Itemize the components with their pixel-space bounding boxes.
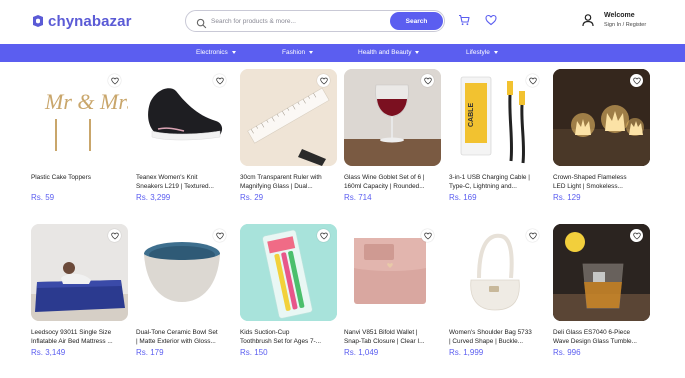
- product-name[interactable]: 30cm Transparent Ruler with Magnifying Gl…: [240, 173, 340, 191]
- product-price: Rs. 3,299: [136, 193, 171, 202]
- user-icon[interactable]: [580, 12, 596, 28]
- nav-item-label: Lifestyle: [466, 49, 490, 56]
- product-name[interactable]: Kids Suction-Cup Toothbrush Set for Ages …: [240, 328, 340, 346]
- product-name[interactable]: Women's Shoulder Bag 5733 | Curved Shape …: [449, 328, 549, 346]
- product-name[interactable]: Plastic Cake Toppers: [31, 173, 131, 182]
- nav-item-electronics[interactable]: Electronics: [196, 49, 236, 56]
- nav-item-label: Fashion: [282, 49, 306, 56]
- category-nav: Electronics Fashion Health and Beauty Li…: [0, 44, 685, 62]
- chevron-down-icon: [415, 51, 420, 54]
- search-button[interactable]: Search: [390, 12, 443, 30]
- nav-item-lifestyle[interactable]: Lifestyle: [466, 49, 498, 56]
- product-name[interactable]: Dual-Tone Ceramic Bowl Set | Matte Exteri…: [136, 328, 236, 346]
- wishlist-heart-icon[interactable]: [526, 229, 539, 242]
- wishlist-heart-icon[interactable]: [485, 14, 497, 26]
- wishlist-heart-icon[interactable]: [317, 74, 330, 87]
- search-bar: Search: [185, 10, 445, 32]
- product-name[interactable]: Glass Wine Goblet Set of 6 | 160ml Capaci…: [344, 173, 444, 191]
- chevron-down-icon: [231, 51, 236, 54]
- chevron-down-icon: [309, 51, 314, 54]
- nav-item-fashion[interactable]: Fashion: [282, 49, 314, 56]
- nav-item-label: Health and Beauty: [358, 49, 412, 56]
- product-price: Rs. 169: [449, 193, 477, 202]
- product-name[interactable]: Teanex Women's Knit Sneakers L219 | Textu…: [136, 173, 236, 191]
- nav-item-health-and-beauty[interactable]: Health and Beauty: [358, 49, 420, 56]
- wishlist-heart-icon[interactable]: [213, 229, 226, 242]
- site-header: chynabazar Search Welcome Sign In / Regi…: [0, 0, 685, 44]
- cart-icon[interactable]: [458, 14, 470, 26]
- wishlist-heart-icon[interactable]: [421, 229, 434, 242]
- product-name[interactable]: Nanvi V851 Bifold Wallet | Snap-Tab Closu…: [344, 328, 444, 346]
- product-price: Rs. 1,049: [344, 348, 379, 357]
- product-price: Rs. 179: [136, 348, 164, 357]
- wishlist-heart-icon[interactable]: [317, 229, 330, 242]
- product-name[interactable]: 3-in-1 USB Charging Cable | Type-C, Light…: [449, 173, 549, 191]
- logo[interactable]: chynabazar: [31, 11, 132, 31]
- product-name[interactable]: Crown-Shaped Flameless LED Light | Smokel…: [553, 173, 653, 191]
- product-price: Rs. 3,149: [31, 348, 66, 357]
- topper-text: Mr & Mrs: [44, 89, 128, 114]
- product-price: Rs. 1,999: [449, 348, 484, 357]
- wishlist-heart-icon[interactable]: [421, 74, 434, 87]
- wishlist-heart-icon[interactable]: [108, 74, 121, 87]
- product-name[interactable]: Deli Glass ES7040 6-Piece Wave Design Gla…: [553, 328, 653, 346]
- wishlist-heart-icon[interactable]: [213, 74, 226, 87]
- product-price: Rs. 59: [31, 193, 55, 202]
- wishlist-heart-icon[interactable]: [630, 229, 643, 242]
- logo-text: chynabazar: [48, 12, 132, 30]
- product-price: Rs. 714: [344, 193, 372, 202]
- welcome-text: Welcome: [604, 12, 635, 19]
- wishlist-heart-icon[interactable]: [630, 74, 643, 87]
- chevron-down-icon: [493, 51, 498, 54]
- signin-register-link[interactable]: Sign In / Register: [604, 22, 646, 28]
- cable-box-text: CABLE: [468, 103, 475, 127]
- wishlist-heart-icon[interactable]: [108, 229, 121, 242]
- product-price: Rs. 29: [240, 193, 264, 202]
- wishlist-heart-icon[interactable]: [526, 74, 539, 87]
- product-name[interactable]: Leedsocy 93011 Single Size Inflatable Air…: [31, 328, 131, 346]
- search-input[interactable]: [211, 14, 386, 28]
- search-icon: [196, 16, 207, 29]
- nav-item-label: Electronics: [196, 49, 228, 56]
- product-price: Rs. 996: [553, 348, 581, 357]
- product-price: Rs. 129: [553, 193, 581, 202]
- product-price: Rs. 150: [240, 348, 268, 357]
- logo-mark-icon: [31, 14, 45, 28]
